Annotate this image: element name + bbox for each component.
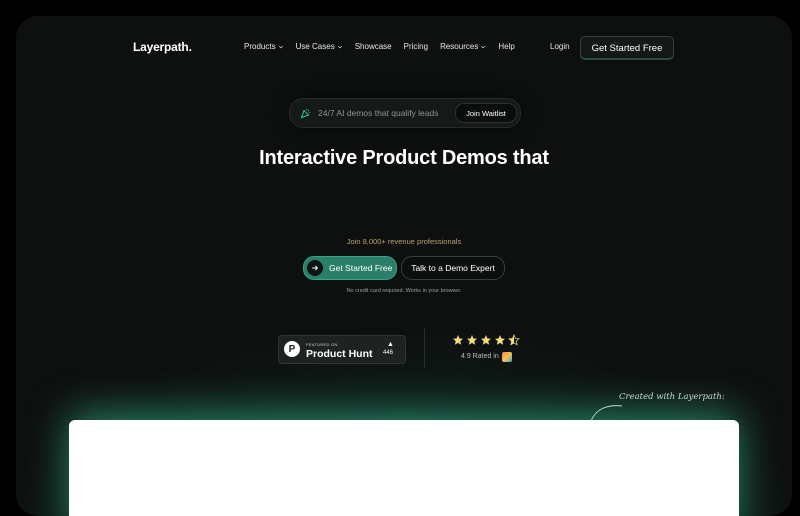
arrow-right-icon: [307, 260, 323, 276]
star-icon: [481, 335, 491, 345]
nav-item-pricing[interactable]: Pricing: [404, 42, 428, 51]
nav-item-help[interactable]: Help: [498, 42, 514, 51]
ph-featured-label: FEATURED ON: [306, 342, 338, 347]
hero-title: Interactive Product Demos that: [259, 147, 549, 169]
login-link[interactable]: Login: [550, 42, 570, 51]
join-waitlist-button[interactable]: Join Waitlist: [455, 103, 517, 123]
divider: [424, 328, 425, 368]
chevron-down-icon: [278, 45, 283, 48]
logo[interactable]: Layerpath.: [133, 40, 192, 54]
rating-platform-icon: [502, 352, 512, 362]
nav-item-label: Resources: [440, 42, 479, 51]
page-frame: Layerpath. Products Use Cases Showcase P…: [16, 16, 792, 516]
nav-item-showcase[interactable]: Showcase: [355, 42, 392, 51]
nav-item-use-cases[interactable]: Use Cases: [296, 42, 343, 51]
half-star-icon: [508, 334, 520, 346]
chevron-down-icon: [481, 45, 486, 48]
created-with-label: Created with Layerpath:: [619, 392, 725, 402]
ph-upvote-count: 446: [383, 350, 394, 356]
star-icon: [467, 335, 477, 345]
star-icon: [453, 335, 463, 345]
star-rating: [452, 334, 520, 346]
star-icon: [495, 335, 505, 345]
chevron-down-icon: [337, 45, 342, 48]
party-popper-icon: [300, 108, 311, 119]
product-hunt-badge[interactable]: P FEATURED ON Product Hunt ▲ 446: [278, 335, 406, 364]
rating-text: 4.9 Rated in: [461, 353, 499, 360]
get-started-nav-button[interactable]: Get Started Free: [580, 36, 674, 60]
upvote-icon: ▲: [387, 341, 394, 348]
product-hunt-icon: P: [284, 341, 300, 357]
nav-menu: Products Use Cases Showcase Pricing Reso…: [244, 42, 515, 51]
ph-name: Product Hunt: [306, 348, 373, 360]
logo-text: Layerpath: [133, 40, 189, 54]
nav-item-label: Help: [498, 42, 515, 51]
nav-item-resources[interactable]: Resources: [440, 42, 486, 51]
announcement-text: 24/7 AI demos that qualify leads: [318, 108, 439, 118]
nav-item-label: Use Cases: [295, 42, 335, 51]
demo-preview-panel[interactable]: [69, 420, 739, 516]
nav-item-products[interactable]: Products: [244, 42, 284, 51]
nav-item-label: Pricing: [403, 42, 429, 51]
talk-to-demo-expert-button[interactable]: Talk to a Demo Expert: [401, 256, 505, 280]
no-credit-card-note: No credit card required. Works in your b…: [346, 288, 462, 294]
top-nav: Layerpath. Products Use Cases Showcase P…: [16, 16, 792, 80]
logo-dot: .: [188, 40, 192, 54]
get-started-free-button[interactable]: Get Started Free: [303, 256, 397, 280]
primary-cta-label: Get Started Free: [329, 263, 393, 273]
nav-item-label: Showcase: [354, 42, 392, 51]
announcement-pill: 24/7 AI demos that qualify leads Join Wa…: [289, 98, 521, 128]
nav-item-label: Products: [244, 42, 276, 51]
social-proof-text: Join 8,000+ revenue professionals: [346, 237, 462, 246]
